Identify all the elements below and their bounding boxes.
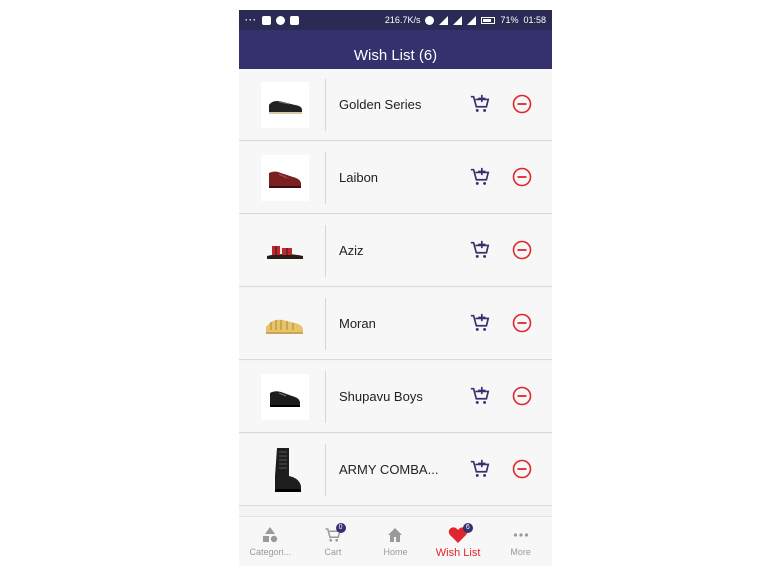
list-item[interactable]: ARMY COMBA...: [239, 434, 552, 506]
status-bar: ··· 216.7K/s 71% 01:58: [239, 10, 552, 30]
product-name[interactable]: Golden Series: [339, 69, 421, 141]
sandal-image: [267, 246, 303, 259]
sync-icon: [425, 15, 435, 25]
nav-more[interactable]: More: [489, 517, 552, 566]
signal-icon-2: [467, 15, 477, 25]
divider: [325, 225, 326, 277]
nav-label: Wish List: [435, 547, 481, 559]
wifi-icon: [439, 15, 449, 25]
product-image[interactable]: [261, 374, 309, 420]
more-icon: [513, 533, 528, 537]
add-to-cart-icon[interactable]: [469, 458, 491, 480]
school-shoe-image: [270, 391, 300, 407]
nav-label: Home: [383, 547, 408, 557]
phone-screen: ··· 216.7K/s 71% 01:58 Wish List (6) Gol…: [239, 10, 552, 566]
remove-icon[interactable]: [512, 94, 532, 114]
remove-icon[interactable]: [512, 313, 532, 333]
combat-boot-image: [275, 448, 301, 492]
whatsapp-icon: [276, 15, 285, 25]
remove-icon[interactable]: [512, 459, 532, 479]
divider: [325, 371, 326, 423]
add-to-cart-icon[interactable]: [469, 385, 491, 407]
add-to-cart-icon[interactable]: [469, 166, 491, 188]
signal-icon-1: [453, 15, 463, 25]
list-item[interactable]: Aziz: [239, 215, 552, 287]
product-image[interactable]: [261, 301, 309, 347]
status-left: ···: [245, 15, 299, 25]
divider: [325, 444, 326, 496]
remove-icon[interactable]: [512, 167, 532, 187]
nav-label: More: [510, 547, 531, 557]
product-name[interactable]: Laibon: [339, 142, 378, 214]
product-name[interactable]: Shupavu Boys: [339, 361, 423, 433]
remove-icon[interactable]: [512, 240, 532, 260]
nav-cart[interactable]: 0 Cart: [302, 517, 365, 566]
product-name[interactable]: Moran: [339, 288, 376, 360]
wishlist: Golden Series Laibon Aziz Moran Shupavu …: [239, 69, 552, 512]
cart-badge: 0: [335, 523, 346, 533]
divider: [325, 298, 326, 350]
product-name[interactable]: ARMY COMBA...: [339, 434, 438, 506]
clock: 01:58: [523, 15, 546, 25]
battery-icon: [481, 16, 496, 24]
product-image[interactable]: [261, 442, 309, 498]
remove-icon[interactable]: [512, 386, 532, 406]
product-name[interactable]: Aziz: [339, 215, 364, 287]
add-to-cart-icon[interactable]: [469, 312, 491, 334]
oxford-shoe-image: [269, 171, 301, 188]
list-item[interactable]: Golden Series: [239, 69, 552, 141]
nav-label: Cart: [324, 547, 342, 557]
sneaker-image: [269, 101, 302, 114]
status-right: 216.7K/s 71% 01:58: [385, 15, 546, 25]
nav-wishlist[interactable]: 6 Wish List: [427, 517, 490, 566]
nav-categories[interactable]: Categori...: [239, 517, 302, 566]
categories-icon: [263, 527, 278, 543]
product-image[interactable]: [261, 155, 309, 201]
add-to-cart-icon[interactable]: [469, 93, 491, 115]
more-notifications-icon: ···: [245, 15, 257, 25]
divider: [325, 79, 326, 131]
image-icon: [290, 15, 299, 25]
shield-icon: [262, 15, 271, 25]
list-item[interactable]: Laibon: [239, 142, 552, 214]
network-speed: 216.7K/s: [384, 15, 421, 25]
page-title: Wish List (6): [353, 46, 438, 64]
battery-level: 71%: [500, 15, 519, 25]
add-to-cart-icon[interactable]: [469, 239, 491, 261]
nav-home[interactable]: Home: [364, 517, 427, 566]
list-item[interactable]: Moran: [239, 288, 552, 360]
product-image[interactable]: [261, 82, 309, 128]
home-icon: [388, 528, 403, 542]
list-item[interactable]: Shupavu Boys: [239, 361, 552, 433]
nav-label: Categori...: [249, 547, 292, 557]
bottom-navigation: Categori... 0 Cart Home 6 Wish List More: [239, 516, 552, 566]
divider: [325, 152, 326, 204]
product-image[interactable]: [261, 228, 309, 274]
jelly-sandal-image: [266, 319, 303, 334]
wishlist-badge: 6: [462, 523, 473, 533]
